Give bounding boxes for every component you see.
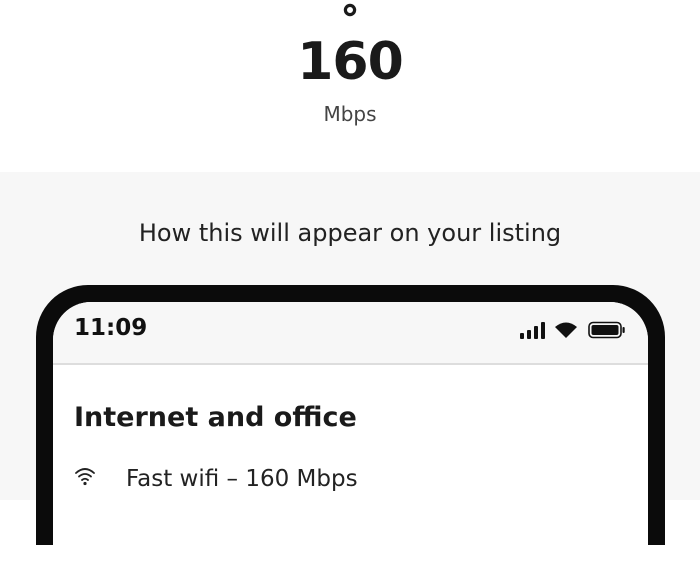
wifi-icon <box>555 322 577 338</box>
section-title: Internet and office <box>74 402 357 433</box>
preview-heading: How this will appear on your listing <box>138 219 562 247</box>
phone-screen: 11:09 Internet and office Fast wifi – 16… <box>53 302 648 562</box>
amenity-label: Fast wifi – 160 Mbps <box>126 466 358 492</box>
listing-preview-section: How this will appear on your listing 11:… <box>0 172 700 562</box>
speed-unit: Mbps <box>323 102 377 126</box>
speed-result-panel: 160 Mbps <box>0 0 700 172</box>
amenity-row-wifi: Fast wifi – 160 Mbps <box>74 464 594 494</box>
signal-icon <box>520 322 545 339</box>
speed-value: 160 <box>297 32 404 92</box>
status-icons <box>520 321 628 339</box>
phone-mockup: 11:09 Internet and office Fast wifi – 16… <box>36 285 665 562</box>
wifi-icon <box>75 468 95 486</box>
battery-icon <box>588 321 625 339</box>
status-time: 11:09 <box>74 315 148 341</box>
phone-status-bar: 11:09 <box>53 302 648 365</box>
wifi-icon <box>343 3 357 17</box>
